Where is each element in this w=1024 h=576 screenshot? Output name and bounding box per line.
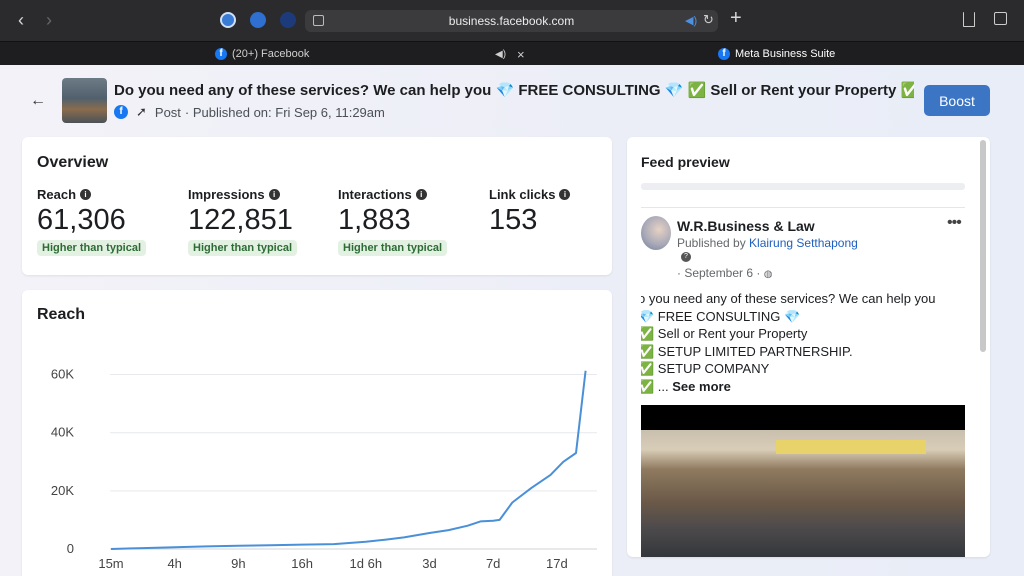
post-meta: f ➚ Post · Published on: Fri Sep 6, 11:2… [114,104,385,120]
overview-card: Overview Reach i 61,306 Higher than typic… [22,137,612,275]
feed-post: W.R.Business & Law Published by Klairung… [641,207,965,557]
storefront-sign [776,440,926,454]
post-date-text: · September 6 · [677,266,761,280]
placeholder-bar [641,183,965,190]
post-date: · September 6 · ◍ [677,266,772,280]
post-text: o you need any of these services? We can… [641,290,936,395]
tab-label: (20+) Facebook [232,48,310,60]
metric-value: 153 [489,204,538,236]
x-tick-label: 16h [291,556,313,571]
reach-line-chart[interactable]: 0 20K 40K 60K 15m 4h 9h 16h 1d 6h 3d 7d 17d [22,290,612,576]
metric-reach: Reach i 61,306 Higher than typical [37,187,147,256]
rocket-icon: ➚ [136,104,147,119]
extension-moon-icon[interactable] [280,12,296,28]
tab-label: Meta Business Suite [735,48,836,60]
x-tick-label: 4h [167,556,181,571]
metric-impressions: Impressions i 122,851 Higher than typical [188,187,298,256]
post-type: Post [154,104,181,120]
audio-icon[interactable]: ◀) [685,14,697,27]
post-thumbnail [62,78,107,123]
y-tick-label: 60K [51,367,74,382]
x-tick-label: 3d [422,556,436,571]
back-nav-icon[interactable]: ‹ [18,11,24,29]
more-options-icon[interactable]: ••• [947,214,962,232]
tab-facebook[interactable]: f (20+) Facebook ◀) × [215,42,530,66]
extension-compass-icon[interactable] [220,12,236,28]
post-text-line: ✅ Sell or Rent your Property [641,326,808,341]
boost-button[interactable]: Boost [924,85,990,116]
x-tick-label: 1d 6h [350,556,383,571]
browser-toolbar: ‹ › business.facebook.com ◀) ↻ + [0,0,1024,41]
y-tick-label: 20K [51,483,74,498]
x-tick-label: 15m [98,556,123,571]
info-icon[interactable]: i [80,189,92,200]
metric-value: 122,851 [188,204,293,236]
published-date: · Published on: Fri Sep 6, 11:29am [184,104,385,120]
feed-preview-scrollbar[interactable] [980,140,986,352]
reach-card: Reach 0 20K 40K 60K 15m 4h 9h 16h 1d 6h 3d 7d 17d [22,290,612,576]
tab-audio-icon[interactable]: ◀) [495,49,506,60]
forward-nav-icon[interactable]: › [46,11,52,29]
info-icon[interactable]: i [415,189,427,200]
feed-preview-card: Feed preview W.R.Business & Law Publishe… [627,137,990,557]
x-tick-label: 17d [546,556,568,571]
metric-label: Reach [37,187,77,202]
new-tab-icon[interactable]: + [730,8,742,28]
overview-title: Overview [37,154,109,171]
x-tick-label: 9h [231,556,245,571]
address-bar[interactable]: business.facebook.com ◀) ↻ [305,10,718,32]
share-icon[interactable] [963,12,975,27]
x-tick-label: 7d [486,556,500,571]
globe-icon: ◍ [763,269,773,280]
reload-icon[interactable]: ↻ [703,12,714,28]
published-by: Published by Klairung Setthapong [677,236,858,250]
post-text-line: 💎 FREE CONSULTING 💎 [641,308,801,324]
feed-preview-title: Feed preview [641,154,730,170]
tab-bar: f (20+) Facebook ◀) × f Meta Business Su… [0,41,1024,65]
status-badge: Higher than typical [188,240,298,256]
page-name[interactable]: W.R.Business & Law [677,218,815,234]
post-image[interactable] [641,405,965,557]
page-content: ← Do you need any of these services? We … [0,65,1024,576]
url-text: business.facebook.com [448,14,575,28]
tab-meta-business-suite[interactable]: f Meta Business Suite [718,42,968,66]
avatar[interactable] [641,216,671,250]
tab-overview-icon[interactable] [994,12,1007,25]
facebook-icon: f [114,105,128,119]
info-icon[interactable]: i [559,189,571,200]
back-arrow-icon[interactable]: ← [30,92,46,110]
metric-label: Link clicks [489,187,556,202]
metric-link-clicks: Link clicks i 153 [489,187,571,237]
published-by-prefix: Published by [677,236,750,250]
help-icon[interactable]: ? [681,252,691,262]
metric-label: Impressions [188,187,265,202]
metric-label: Interactions [338,187,412,202]
post-title: Do you need any of these services? We ca… [114,82,914,99]
y-tick-label: 0 [67,541,74,556]
tab-close-icon[interactable]: × [517,47,525,62]
metric-value: 1,883 [338,204,411,236]
metric-interactions: Interactions i 1,883 Higher than typical [338,187,448,256]
status-badge: Higher than typical [37,240,147,256]
reach-series-line[interactable] [110,370,587,550]
status-badge: Higher than typical [338,240,448,256]
post-text-line: ✅ SETUP LIMITED PARTNERSHIP. [641,343,853,359]
post-text-line: o you need any of these services? We can… [641,291,936,306]
info-icon[interactable]: i [268,189,280,200]
author-link[interactable]: Klairung Setthapong [749,236,858,250]
ellipsis: ✅ ... [641,378,669,394]
y-tick-label: 40K [51,425,74,440]
post-text-line: ✅ SETUP COMPANY [641,361,770,376]
see-more-link[interactable]: See more [672,379,731,394]
metric-value: 61,306 [37,204,126,236]
extension-hand-icon[interactable] [250,12,266,28]
facebook-icon: f [718,48,730,60]
facebook-icon: f [215,48,227,60]
